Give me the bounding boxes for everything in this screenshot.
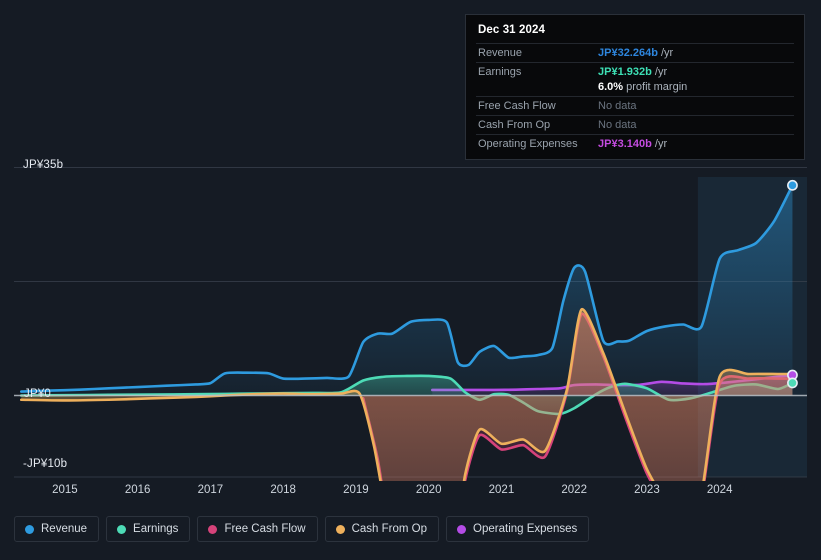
tooltip-label: Free Cash Flow bbox=[478, 100, 556, 112]
y-axis-label-zero: JP¥0 bbox=[24, 388, 52, 400]
tooltip-value: JP¥3.140b /yr bbox=[598, 138, 668, 150]
tooltip-label: Earnings bbox=[478, 66, 522, 78]
x-axis-tick-2016: 2016 bbox=[124, 484, 151, 496]
x-axis-tick-2021: 2021 bbox=[488, 484, 515, 496]
tooltip-value: No data bbox=[598, 119, 637, 131]
tooltip-row-free-cash-flow: Free Cash Flow No data bbox=[476, 96, 794, 115]
tooltip-value: No data bbox=[598, 100, 637, 112]
x-axis-tick-2019: 2019 bbox=[343, 484, 369, 496]
x-axis-tick-2018: 2018 bbox=[270, 484, 296, 496]
legend-color-dot bbox=[457, 524, 467, 534]
tooltip-row-profit-margin: 6.0% profit margin bbox=[476, 81, 794, 96]
tooltip-rows: Revenue JP¥32.264b /yr Earnings JP¥1.932b /… bbox=[476, 43, 794, 153]
tooltip-label: Revenue bbox=[478, 47, 523, 59]
tooltip-value: JP¥1.932b /yr bbox=[598, 66, 668, 78]
legend-item-label: Cash From Op bbox=[351, 523, 428, 535]
x-axis-tick-2020: 2020 bbox=[415, 484, 442, 496]
x-axis-tick-2024: 2024 bbox=[706, 484, 733, 496]
tooltip-row-revenue: Revenue JP¥32.264b /yr bbox=[476, 43, 794, 62]
legend-color-dot bbox=[117, 524, 127, 534]
tooltip-label: Operating Expenses bbox=[478, 138, 578, 150]
endpoint-marker-revenue[interactable] bbox=[787, 179, 798, 191]
legend-item-operating-expenses[interactable]: Operating Expenses bbox=[446, 516, 590, 542]
legend-item-free-cash-flow[interactable]: Free Cash Flow bbox=[197, 516, 318, 542]
legend-item-label: Earnings bbox=[133, 523, 179, 535]
legend-item-earnings[interactable]: Earnings bbox=[106, 516, 191, 542]
legend-item-revenue[interactable]: Revenue bbox=[14, 516, 100, 542]
chart-legend[interactable]: Revenue Earnings Free Cash Flow Cash From O… bbox=[14, 516, 590, 542]
tooltip-value: 6.0% profit margin bbox=[598, 81, 688, 93]
tooltip-row-cash-from-op: Cash From Op No data bbox=[476, 115, 794, 134]
x-axis-tick-2022: 2022 bbox=[561, 484, 587, 496]
legend-item-label: Free Cash Flow bbox=[224, 523, 306, 535]
legend-item-label: Revenue bbox=[41, 523, 88, 535]
series-group bbox=[19, 184, 794, 481]
legend-color-dot bbox=[25, 524, 34, 534]
financial-chart-page: JP¥35b JP¥0 -JP¥10b 2015 2016 2017 2018 2019… bbox=[0, 0, 821, 560]
y-axis-label-negative: -JP¥10b bbox=[23, 458, 68, 470]
x-axis-tick-2017: 2017 bbox=[197, 484, 224, 496]
endpoint-marker-earnings[interactable] bbox=[787, 377, 798, 389]
tooltip-row-earnings: Earnings JP¥1.932b /yr bbox=[476, 62, 794, 81]
x-axis-tick-2023: 2023 bbox=[634, 484, 660, 496]
y-axis-label-top: JP¥35b bbox=[23, 159, 64, 171]
x-axis-tick-2015: 2015 bbox=[52, 484, 78, 496]
chart-tooltip: Dec 31 2024 Revenue JP¥32.264b /yr Earning… bbox=[465, 14, 805, 160]
legend-color-dot bbox=[335, 524, 345, 534]
area-revenue bbox=[21, 185, 793, 396]
tooltip-label: Cash From Op bbox=[478, 119, 551, 131]
tooltip-value: JP¥32.264b /yr bbox=[598, 47, 674, 59]
legend-color-dot bbox=[208, 524, 218, 534]
tooltip-row-operating-expenses: Operating Expenses JP¥3.140b /yr bbox=[476, 134, 794, 153]
legend-item-label: Operating Expenses bbox=[473, 523, 578, 535]
tooltip-date: Dec 31 2024 bbox=[478, 24, 545, 36]
legend-item-cash-from-op[interactable]: Cash From Op bbox=[324, 516, 440, 542]
